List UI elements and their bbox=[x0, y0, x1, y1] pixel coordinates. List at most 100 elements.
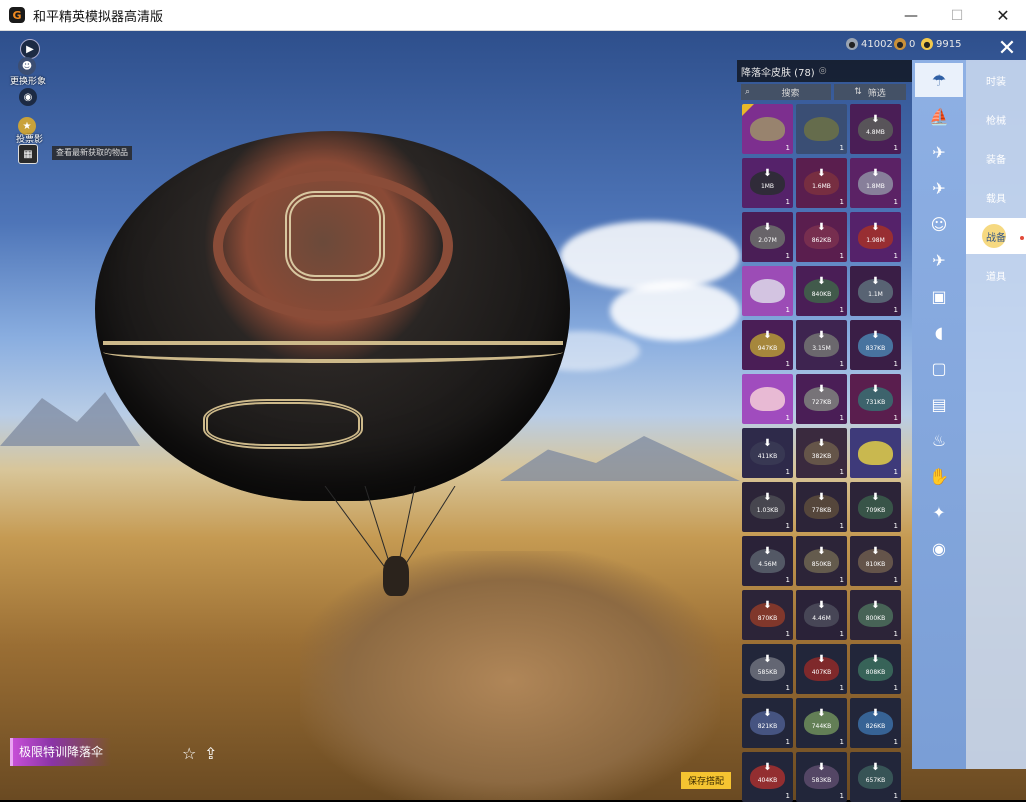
skin-tile[interactable]: ⬇ 1.03KB 1 bbox=[742, 482, 793, 532]
download-icon[interactable]: ⬇ bbox=[796, 762, 847, 773]
download-icon[interactable]: ⬇ bbox=[850, 330, 901, 341]
skin-tile[interactable]: ⬇ 3.15M 1 bbox=[796, 320, 847, 370]
download-icon[interactable]: ⬇ bbox=[850, 708, 901, 719]
skin-tile[interactable]: ⬇ 731KB 1 bbox=[850, 374, 901, 424]
download-icon[interactable]: ⬇ bbox=[796, 330, 847, 341]
gift-icon[interactable]: ▦ bbox=[18, 144, 38, 164]
skin-tile[interactable]: ⬇ 744KB 1 bbox=[796, 698, 847, 748]
save-outfit-button[interactable]: 保存搭配 bbox=[681, 772, 731, 789]
skin-tile[interactable]: 1 bbox=[796, 104, 847, 154]
download-icon[interactable]: ⬇ bbox=[742, 546, 793, 557]
skin-tile[interactable]: 1 bbox=[742, 374, 793, 424]
skin-tile[interactable]: ⬇ 808KB 1 bbox=[850, 644, 901, 694]
skin-tile[interactable]: ⬇ 1.8MB 1 bbox=[850, 158, 901, 208]
skin-tile[interactable]: ⬇ 1.6MB 1 bbox=[796, 158, 847, 208]
skin-tile[interactable]: ⬇ 407KB 1 bbox=[796, 644, 847, 694]
tab-1[interactable]: 枪械 bbox=[966, 101, 1026, 137]
minimize-button[interactable]: — bbox=[888, 0, 934, 31]
skin-tile[interactable]: ⬇ 709KB 1 bbox=[850, 482, 901, 532]
share-icon[interactable]: ⇪ bbox=[204, 744, 217, 763]
download-icon[interactable]: ⬇ bbox=[742, 600, 793, 611]
download-icon[interactable]: ⬇ bbox=[796, 168, 847, 179]
skin-tile[interactable]: ⬇ 585KB 1 bbox=[742, 644, 793, 694]
spray-icon[interactable]: ♨ bbox=[912, 423, 966, 457]
download-icon[interactable]: ⬇ bbox=[742, 438, 793, 449]
download-icon[interactable]: ⬇ bbox=[796, 708, 847, 719]
skin-tile[interactable]: ⬇ 583KB 1 bbox=[796, 752, 847, 802]
skin-tile[interactable]: ⬇ 657KB 1 bbox=[850, 752, 901, 802]
skin-tile[interactable]: ⬇ 2.07M 1 bbox=[742, 212, 793, 262]
close-window-button[interactable]: ✕ bbox=[980, 0, 1026, 31]
hand-icon[interactable]: ✋ bbox=[912, 459, 966, 493]
favorite-star-icon[interactable]: ☆ bbox=[182, 744, 196, 763]
backpack-icon[interactable]: ▣ bbox=[912, 279, 966, 313]
skin-tile[interactable]: ⬇ 826KB 1 bbox=[850, 698, 901, 748]
tab-0[interactable]: 时装 bbox=[966, 62, 1026, 98]
skin-tile[interactable]: ⬇ 840KB 1 bbox=[796, 266, 847, 316]
sparkle-icon[interactable]: ✦ bbox=[912, 495, 966, 529]
download-icon[interactable]: ⬇ bbox=[850, 492, 901, 503]
download-icon[interactable]: ⬇ bbox=[850, 222, 901, 233]
skin-tile[interactable]: ⬇ 4.46M 1 bbox=[796, 590, 847, 640]
download-icon[interactable]: ⬇ bbox=[850, 276, 901, 287]
download-icon[interactable]: ⬇ bbox=[850, 384, 901, 395]
skin-tile[interactable]: ⬇ 778KB 1 bbox=[796, 482, 847, 532]
download-icon[interactable]: ⬇ bbox=[796, 438, 847, 449]
filter-button[interactable]: ⇅ 筛选 bbox=[834, 84, 906, 100]
download-icon[interactable]: ⬇ bbox=[850, 762, 901, 773]
skin-tile[interactable]: 1 bbox=[742, 266, 793, 316]
download-icon[interactable]: ⬇ bbox=[796, 546, 847, 557]
skin-tile[interactable]: 1 bbox=[742, 104, 793, 154]
skin-tile[interactable]: ⬇ 727KB 1 bbox=[796, 374, 847, 424]
skin-tile[interactable]: ⬇ 1.98M 1 bbox=[850, 212, 901, 262]
parachute-preview[interactable] bbox=[95, 131, 570, 501]
boat-icon[interactable]: ⛵ bbox=[912, 99, 966, 133]
tab-2[interactable]: 装备 bbox=[966, 140, 1026, 176]
skin-tile[interactable]: ⬇ 404KB 1 bbox=[742, 752, 793, 802]
download-icon[interactable]: ⬇ bbox=[796, 654, 847, 665]
eye-icon[interactable]: ◉ bbox=[19, 88, 37, 106]
download-icon[interactable]: ⬇ bbox=[850, 114, 901, 125]
play-icon[interactable]: ▶ bbox=[20, 39, 40, 59]
picture-icon[interactable]: ▤ bbox=[912, 387, 966, 421]
download-icon[interactable]: ⬇ bbox=[742, 168, 793, 179]
download-icon[interactable]: ⬇ bbox=[796, 600, 847, 611]
download-icon[interactable]: ⬇ bbox=[742, 654, 793, 665]
tab-3[interactable]: 载具 bbox=[966, 179, 1026, 215]
tab-4[interactable]: 战备 bbox=[966, 218, 1026, 254]
download-icon[interactable]: ⬇ bbox=[796, 276, 847, 287]
ufo-icon[interactable]: ◉ bbox=[912, 531, 966, 565]
card-icon[interactable]: ▢ bbox=[912, 351, 966, 385]
skin-tile[interactable]: ⬇ 382KB 1 bbox=[796, 428, 847, 478]
download-icon[interactable]: ⬇ bbox=[796, 222, 847, 233]
skin-tile[interactable]: ⬇ 870KB 1 bbox=[742, 590, 793, 640]
skin-tile[interactable]: ⬇ 862KB 1 bbox=[796, 212, 847, 262]
download-icon[interactable]: ⬇ bbox=[742, 222, 793, 233]
close-icon[interactable]: ✕ bbox=[992, 36, 1022, 61]
skin-tile[interactable]: ⬇ 850KB 1 bbox=[796, 536, 847, 586]
download-icon[interactable]: ⬇ bbox=[850, 546, 901, 557]
plane-trail-icon[interactable]: ✈ bbox=[912, 135, 966, 169]
download-icon[interactable]: ⬇ bbox=[742, 492, 793, 503]
download-icon[interactable]: ⬇ bbox=[742, 330, 793, 341]
avatar-icon[interactable]: ☻ bbox=[18, 57, 36, 75]
jet-icon[interactable]: ✈ bbox=[912, 171, 966, 205]
download-icon[interactable]: ⬇ bbox=[850, 600, 901, 611]
download-icon[interactable]: ⬇ bbox=[742, 708, 793, 719]
skin-tile[interactable]: ⬇ 4.56M 1 bbox=[742, 536, 793, 586]
skin-tile[interactable]: ⬇ 800KB 1 bbox=[850, 590, 901, 640]
skin-tile[interactable]: ⬇ 1.1M 1 bbox=[850, 266, 901, 316]
skin-tile[interactable]: ⬇ 947KB 1 bbox=[742, 320, 793, 370]
speaker-icon[interactable]: ◖ bbox=[912, 315, 966, 349]
drone-icon[interactable]: ✈ bbox=[912, 243, 966, 277]
skin-tile[interactable]: ⬇ 837KB 1 bbox=[850, 320, 901, 370]
skin-tile[interactable]: ⬇ 4.8MB 1 bbox=[850, 104, 901, 154]
maximize-button[interactable]: ☐ bbox=[934, 0, 980, 31]
skin-tile[interactable]: ⬇ 1MB 1 bbox=[742, 158, 793, 208]
tab-5[interactable]: 道具 bbox=[966, 257, 1026, 293]
parachute-icon[interactable]: ☂ bbox=[915, 63, 963, 97]
download-icon[interactable]: ⬇ bbox=[850, 168, 901, 179]
skin-tile[interactable]: ⬇ 810KB 1 bbox=[850, 536, 901, 586]
download-icon[interactable]: ⬇ bbox=[850, 654, 901, 665]
skin-tile[interactable]: ⬇ 411KB 1 bbox=[742, 428, 793, 478]
